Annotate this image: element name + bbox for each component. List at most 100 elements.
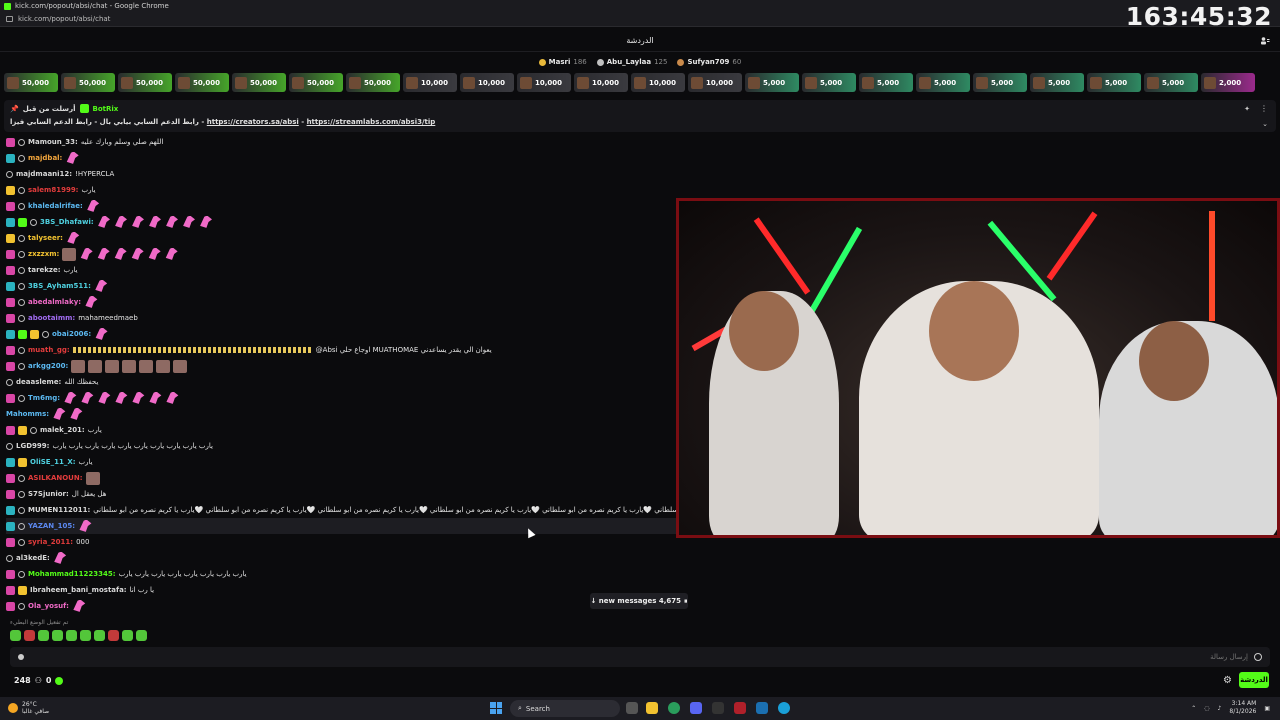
moon-badge-icon[interactable] xyxy=(18,538,25,546)
chat-username[interactable]: Ibraheem_bani_mostafa: xyxy=(30,586,127,594)
chat-message[interactable]: abootaimm: mahameedmaeb xyxy=(6,310,676,326)
sub-badge-icon[interactable] xyxy=(6,297,15,307)
sub-badge-icon[interactable] xyxy=(6,489,15,499)
chat-message[interactable]: al3kedE: xyxy=(6,550,676,566)
quick-emote-8-icon[interactable] xyxy=(108,630,119,641)
chat-message[interactable]: majdmaani12: !HYPERCLA xyxy=(6,166,676,182)
gift-chip[interactable]: 5,000 xyxy=(1030,73,1084,92)
tw-badge-icon[interactable] xyxy=(6,521,15,531)
quick-emote-3-icon[interactable] xyxy=(38,630,49,641)
gift-chip[interactable]: 50,000 xyxy=(61,73,115,92)
chat-username[interactable]: YAZAN_105: xyxy=(28,522,75,530)
gift-chip[interactable]: 10,000 xyxy=(460,73,514,92)
quick-emote-5-icon[interactable] xyxy=(66,630,77,641)
chat-username[interactable]: abedalmlaky: xyxy=(28,298,81,306)
network-icon[interactable]: ◌ xyxy=(1204,705,1209,712)
tw-badge-icon[interactable] xyxy=(6,457,15,467)
quick-emote-2-icon[interactable] xyxy=(24,630,35,641)
chat-username[interactable]: 3BS_Ayham511: xyxy=(28,282,91,290)
moon-badge-icon[interactable] xyxy=(30,426,37,434)
leader-2[interactable]: Abu_Laylaa 125 xyxy=(596,55,667,69)
gift-chip[interactable]: 5,000 xyxy=(745,73,799,92)
moon-badge-icon[interactable] xyxy=(42,330,49,338)
chat-username[interactable]: talyseer: xyxy=(28,234,63,242)
chat-message[interactable]: zxzzxm: xyxy=(6,246,676,262)
moon-badge-icon[interactable] xyxy=(18,602,25,610)
chrome-icon[interactable] xyxy=(668,702,680,714)
gift-chip[interactable]: 10,000 xyxy=(403,73,457,92)
unpin-icon[interactable]: ✦ xyxy=(1244,105,1250,113)
sub-badge-icon[interactable] xyxy=(6,201,15,211)
emoji-picker-icon[interactable] xyxy=(1254,653,1262,661)
moon-badge-icon[interactable] xyxy=(18,522,25,530)
chat-username[interactable]: Mohammad11223345: xyxy=(28,570,116,578)
chat-username[interactable]: abootaimm: xyxy=(28,314,75,322)
chat-message[interactable]: 3BS_Dhafawi: xyxy=(6,214,676,230)
chat-username[interactable]: Mamoun_33: xyxy=(28,138,78,146)
quick-emote-10-icon[interactable] xyxy=(136,630,147,641)
users-icon[interactable] xyxy=(1260,36,1270,46)
sub-badge-icon[interactable] xyxy=(6,425,15,435)
chat-message[interactable]: salem81999: يارب xyxy=(6,182,676,198)
gift-chip[interactable]: 5,000 xyxy=(1144,73,1198,92)
green-badge-icon[interactable] xyxy=(18,217,27,227)
sub-badge-icon[interactable] xyxy=(6,569,15,579)
leader-1[interactable]: Masri 186 xyxy=(538,55,587,69)
discord-icon[interactable] xyxy=(690,702,702,714)
tw-badge-icon[interactable] xyxy=(6,281,15,291)
sub-badge-icon[interactable] xyxy=(6,313,15,323)
capcut-icon[interactable] xyxy=(712,702,724,714)
sub-badge-icon[interactable] xyxy=(6,585,15,595)
gift-chip[interactable]: 50,000 xyxy=(232,73,286,92)
moon-badge-icon[interactable] xyxy=(18,474,25,482)
gift-chip[interactable]: 5,000 xyxy=(802,73,856,92)
moon-badge-icon[interactable] xyxy=(18,506,25,514)
chat-message[interactable]: OliSE_11_X: يارب xyxy=(6,454,676,470)
sub-badge-icon[interactable] xyxy=(6,361,15,371)
chevron-down-icon[interactable]: ⌄ xyxy=(1262,120,1268,128)
chat-message[interactable]: Mohammad11223345: يارب يارب يارب يارب يار… xyxy=(6,566,676,582)
chat-username[interactable]: muath_gg: xyxy=(28,346,70,354)
moon-badge-icon[interactable] xyxy=(18,362,25,370)
chat-message[interactable]: Ibraheem_bani_mostafa: يا رب انا xyxy=(6,582,676,598)
moon-badge-icon[interactable] xyxy=(18,298,25,306)
chat-message[interactable]: LGD999: يارب يارب يارب يارب يارب يارب يار… xyxy=(6,438,676,454)
moon-badge-icon[interactable] xyxy=(18,570,25,578)
chat-username[interactable]: 3BS_Dhafawi: xyxy=(40,218,94,226)
moon-badge-icon[interactable] xyxy=(18,154,25,162)
quick-emote-9-icon[interactable] xyxy=(122,630,133,641)
chat-message[interactable]: majdbal: xyxy=(6,150,676,166)
chat-username[interactable]: malek_201: xyxy=(40,426,85,434)
address-bar[interactable]: kick.com/popout/absi/chat xyxy=(0,12,1280,27)
task-view-icon[interactable] xyxy=(626,702,638,714)
weather-widget[interactable]: 26°C صافي غالبا xyxy=(8,701,49,715)
more-options-icon[interactable]: ⋮ xyxy=(1260,104,1268,113)
gift-chip[interactable]: 2,000 xyxy=(1201,73,1255,92)
tw-badge-icon[interactable] xyxy=(6,505,15,515)
moon-badge-icon[interactable] xyxy=(6,170,13,178)
gold-badge-icon[interactable] xyxy=(6,233,15,243)
chat-message[interactable]: Mamoun_33: اللهم صلي وسلم وبارك عليه xyxy=(6,134,676,150)
chat-username[interactable]: deaasleme: xyxy=(16,378,61,386)
chat-message[interactable]: muath_gg: @Absi اوجاع حلي MUATHOMAE يعوان… xyxy=(6,342,676,358)
taskbar-search[interactable]: ⌕ Search xyxy=(510,700,620,717)
chat-username[interactable]: arkgg200: xyxy=(28,362,68,370)
steam-icon[interactable] xyxy=(756,702,768,714)
chat-username[interactable]: ASILKANOUN: xyxy=(28,474,83,482)
tw-badge-icon[interactable] xyxy=(6,329,15,339)
chat-username[interactable]: Ola_yosuf: xyxy=(28,602,69,610)
moon-badge-icon[interactable] xyxy=(18,186,25,194)
moon-badge-icon[interactable] xyxy=(18,266,25,274)
gold-badge-icon[interactable] xyxy=(18,425,27,435)
notification-icon[interactable]: ▣ xyxy=(1264,705,1270,712)
gift-chip[interactable]: 50,000 xyxy=(118,73,172,92)
chat-message[interactable]: YAZAN_105: xyxy=(6,518,676,534)
chat-message[interactable]: malek_201: يارب xyxy=(6,422,676,438)
chat-messages[interactable]: Mamoun_33: اللهم صلي وسلم وبارك عليه majdb… xyxy=(6,134,676,616)
file-explorer-icon[interactable] xyxy=(646,702,658,714)
chat-send-button[interactable]: الدردشة xyxy=(1239,672,1269,688)
chat-message[interactable]: obai2006: xyxy=(6,326,676,342)
quick-emote-7-icon[interactable] xyxy=(94,630,105,641)
chat-username[interactable]: majdmaani12: xyxy=(16,170,72,178)
quick-emote-4-icon[interactable] xyxy=(52,630,63,641)
